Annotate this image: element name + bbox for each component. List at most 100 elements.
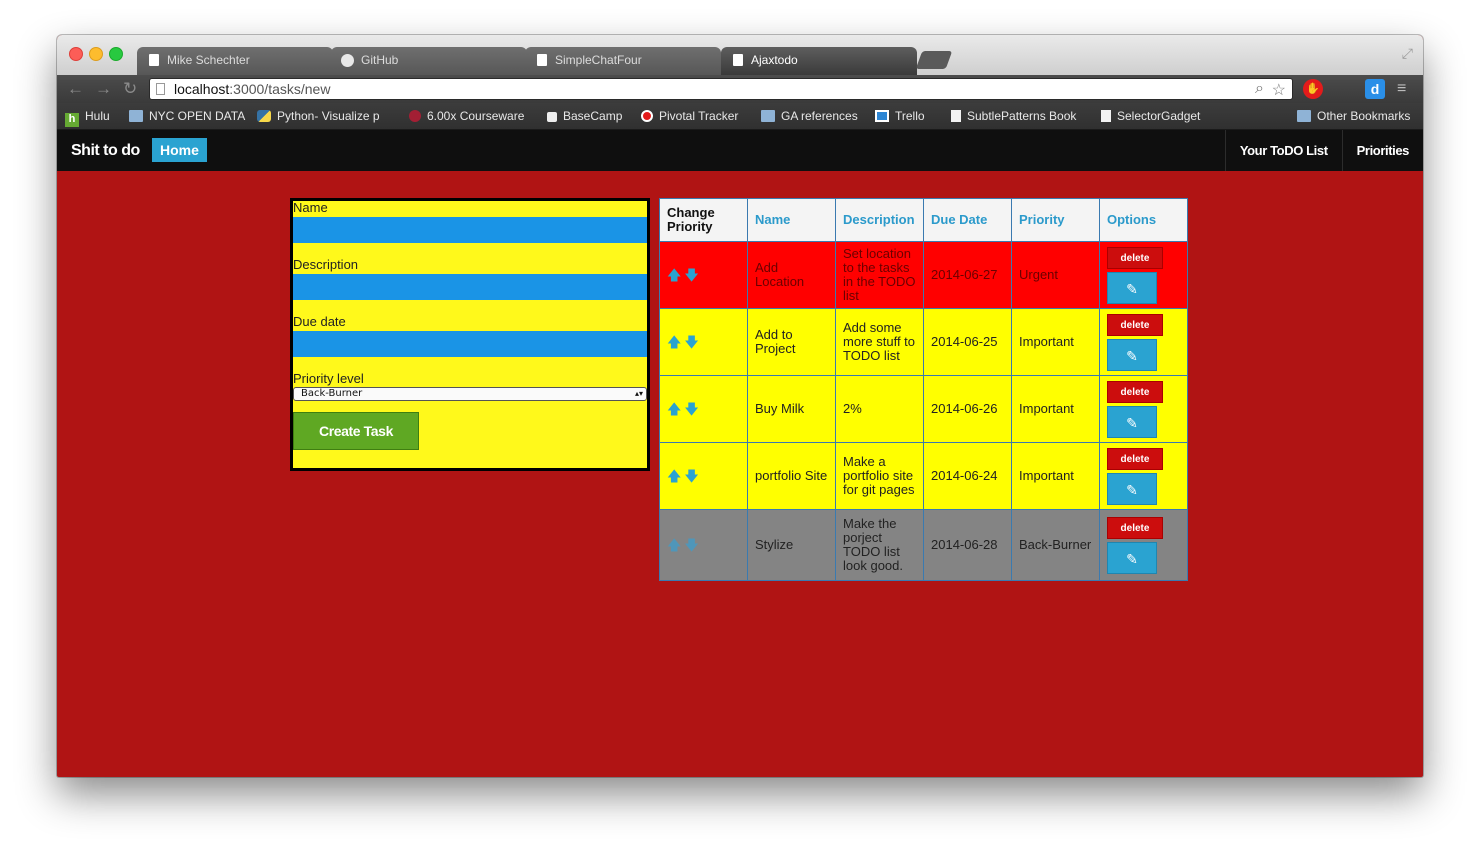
menu-icon[interactable]: ≡ — [1397, 79, 1417, 99]
browser-toolbar: ← → ↻ localhost:3000/tasks/new ⌕ ☆ ✋ d ≡ — [57, 75, 1423, 103]
document-icon — [537, 54, 547, 66]
arrow-down-icon[interactable]: 🡇 — [684, 468, 698, 484]
bookmark-item[interactable]: SelectorGadget — [1101, 103, 1200, 129]
edit-icon[interactable]: ✎ — [1107, 338, 1157, 371]
due-date-input[interactable] — [293, 331, 647, 357]
delete-button[interactable]: delete — [1107, 313, 1163, 336]
browser-tab[interactable]: SimpleChatFour — [525, 47, 721, 75]
browser-tab-active[interactable]: Ajaxtodo — [721, 47, 917, 75]
header-options[interactable]: Options — [1099, 198, 1188, 242]
edit-icon[interactable]: ✎ — [1107, 472, 1157, 505]
arrow-up-icon[interactable]: 🡅 — [667, 468, 681, 484]
task-name: Add to Project — [747, 308, 836, 376]
browser-tab[interactable]: GitHub — [331, 47, 527, 75]
delete-button[interactable]: delete — [1107, 246, 1163, 269]
zoom-window-button[interactable] — [109, 47, 123, 61]
forward-icon[interactable]: → — [95, 79, 112, 99]
create-task-button[interactable]: Create Task — [293, 412, 419, 450]
tab-label: Mike Schechter — [167, 53, 250, 67]
bookmark-item[interactable]: Pivotal Tracker — [641, 103, 738, 129]
folder-icon — [1297, 110, 1311, 122]
bookmark-item[interactable]: 6.00x Courseware — [409, 103, 524, 129]
header-description[interactable]: Description — [835, 198, 924, 242]
priority-label: Priority level — [293, 371, 364, 386]
new-task-form: Name Description Due date Priority level… — [290, 198, 650, 471]
python-icon — [257, 110, 271, 122]
extension-d-icon[interactable]: d — [1365, 79, 1385, 99]
arrow-up-icon[interactable]: 🡅 — [667, 401, 681, 417]
description-input[interactable] — [293, 274, 647, 300]
change-priority-cell: 🡅 🡇 — [659, 308, 748, 376]
other-bookmarks[interactable]: Other Bookmarks — [1297, 103, 1410, 129]
reload-icon[interactable]: ↻ — [123, 79, 137, 99]
name-input[interactable] — [293, 217, 647, 243]
address-bar[interactable]: localhost:3000/tasks/new ⌕ ☆ — [149, 78, 1293, 100]
delete-button[interactable]: delete — [1107, 380, 1163, 403]
url-text[interactable]: localhost:3000/tasks/new — [174, 79, 330, 99]
edit-icon[interactable]: ✎ — [1107, 541, 1157, 574]
trello-icon — [875, 110, 889, 122]
search-icon[interactable]: ⌕ — [1255, 80, 1264, 98]
brand-link[interactable]: Shit to do — [71, 130, 140, 171]
bookmark-item[interactable]: NYC OPEN DATA — [129, 103, 245, 129]
arrow-up-icon[interactable]: 🡅 — [667, 537, 681, 553]
minimize-window-button[interactable] — [89, 47, 103, 61]
task-priority: Important — [1011, 308, 1100, 376]
change-priority-cell: 🡅 🡇 — [659, 442, 748, 510]
tab-label: Ajaxtodo — [751, 53, 798, 67]
page-icon — [156, 83, 165, 95]
bookmark-item[interactable]: Python- Visualize p — [257, 103, 380, 129]
task-name: Stylize — [747, 509, 836, 581]
task-description: 2% — [835, 375, 924, 443]
delete-button[interactable]: delete — [1107, 447, 1163, 470]
task-description: Set location to the tasks in the TODO li… — [835, 241, 924, 309]
home-button[interactable]: Home — [152, 138, 207, 162]
back-icon[interactable]: ← — [67, 79, 84, 99]
arrow-down-icon[interactable]: 🡇 — [684, 537, 698, 553]
arrow-down-icon[interactable]: 🡇 — [684, 401, 698, 417]
tab-strip: Mike Schechter GitHub SimpleChatFour Aja… — [57, 35, 1423, 75]
bookmark-item[interactable]: h Hulu — [65, 103, 110, 129]
browser-tab[interactable]: Mike Schechter — [137, 47, 333, 75]
fullscreen-icon[interactable]: ⤢ — [1402, 45, 1413, 62]
bookmark-item[interactable]: SubtlePatterns Book — [951, 103, 1076, 129]
name-label: Name — [293, 200, 328, 215]
new-tab-button[interactable] — [915, 51, 953, 69]
nav-todo-list[interactable]: Your ToDO List — [1224, 130, 1342, 171]
document-icon — [951, 110, 961, 122]
adblock-icon[interactable]: ✋ — [1303, 79, 1323, 99]
task-name: portfolio Site — [747, 442, 836, 510]
bookmark-item[interactable]: Trello — [875, 103, 925, 129]
bookmark-item[interactable]: GA references — [761, 103, 858, 129]
app-navbar: Shit to do Home Your ToDO List Prioritie… — [57, 130, 1423, 171]
task-description: Make a portfolio site for git pages — [835, 442, 924, 510]
arrow-up-icon[interactable]: 🡅 — [667, 334, 681, 350]
change-priority-cell: 🡅 🡇 — [659, 375, 748, 443]
tab-label: GitHub — [361, 53, 399, 67]
bookmark-item[interactable]: BaseCamp — [547, 103, 622, 129]
edit-icon[interactable]: ✎ — [1107, 271, 1157, 304]
nav-priorities[interactable]: Priorities — [1341, 130, 1423, 171]
options-cell: delete ✎ — [1099, 375, 1188, 443]
task-due-date: 2014-06-27 — [923, 241, 1012, 309]
description-label: Description — [293, 257, 359, 272]
table-row: 🡅 🡇 Buy Milk 2% 2014-06-26 Important dele… — [659, 375, 1188, 443]
delete-button[interactable]: delete — [1107, 516, 1163, 539]
arrow-down-icon[interactable]: 🡇 — [684, 267, 698, 283]
task-name: Add Location — [747, 241, 836, 309]
select-arrows-icon: ▴▾ — [634, 389, 643, 398]
arrow-down-icon[interactable]: 🡇 — [684, 334, 698, 350]
close-window-button[interactable] — [69, 47, 83, 61]
header-name[interactable]: Name — [747, 198, 836, 242]
arrow-up-icon[interactable]: 🡅 — [667, 267, 681, 283]
due-date-label: Due date — [293, 314, 346, 329]
header-priority[interactable]: Priority — [1011, 198, 1100, 242]
header-due-date[interactable]: Due Date — [923, 198, 1012, 242]
priority-select[interactable]: Back-Burner ▴▾ — [293, 387, 647, 401]
task-priority: Important — [1011, 442, 1100, 510]
options-cell: delete ✎ — [1099, 442, 1188, 510]
task-due-date: 2014-06-25 — [923, 308, 1012, 376]
edit-icon[interactable]: ✎ — [1107, 405, 1157, 438]
star-icon[interactable]: ☆ — [1272, 80, 1286, 100]
folder-icon — [761, 110, 775, 122]
